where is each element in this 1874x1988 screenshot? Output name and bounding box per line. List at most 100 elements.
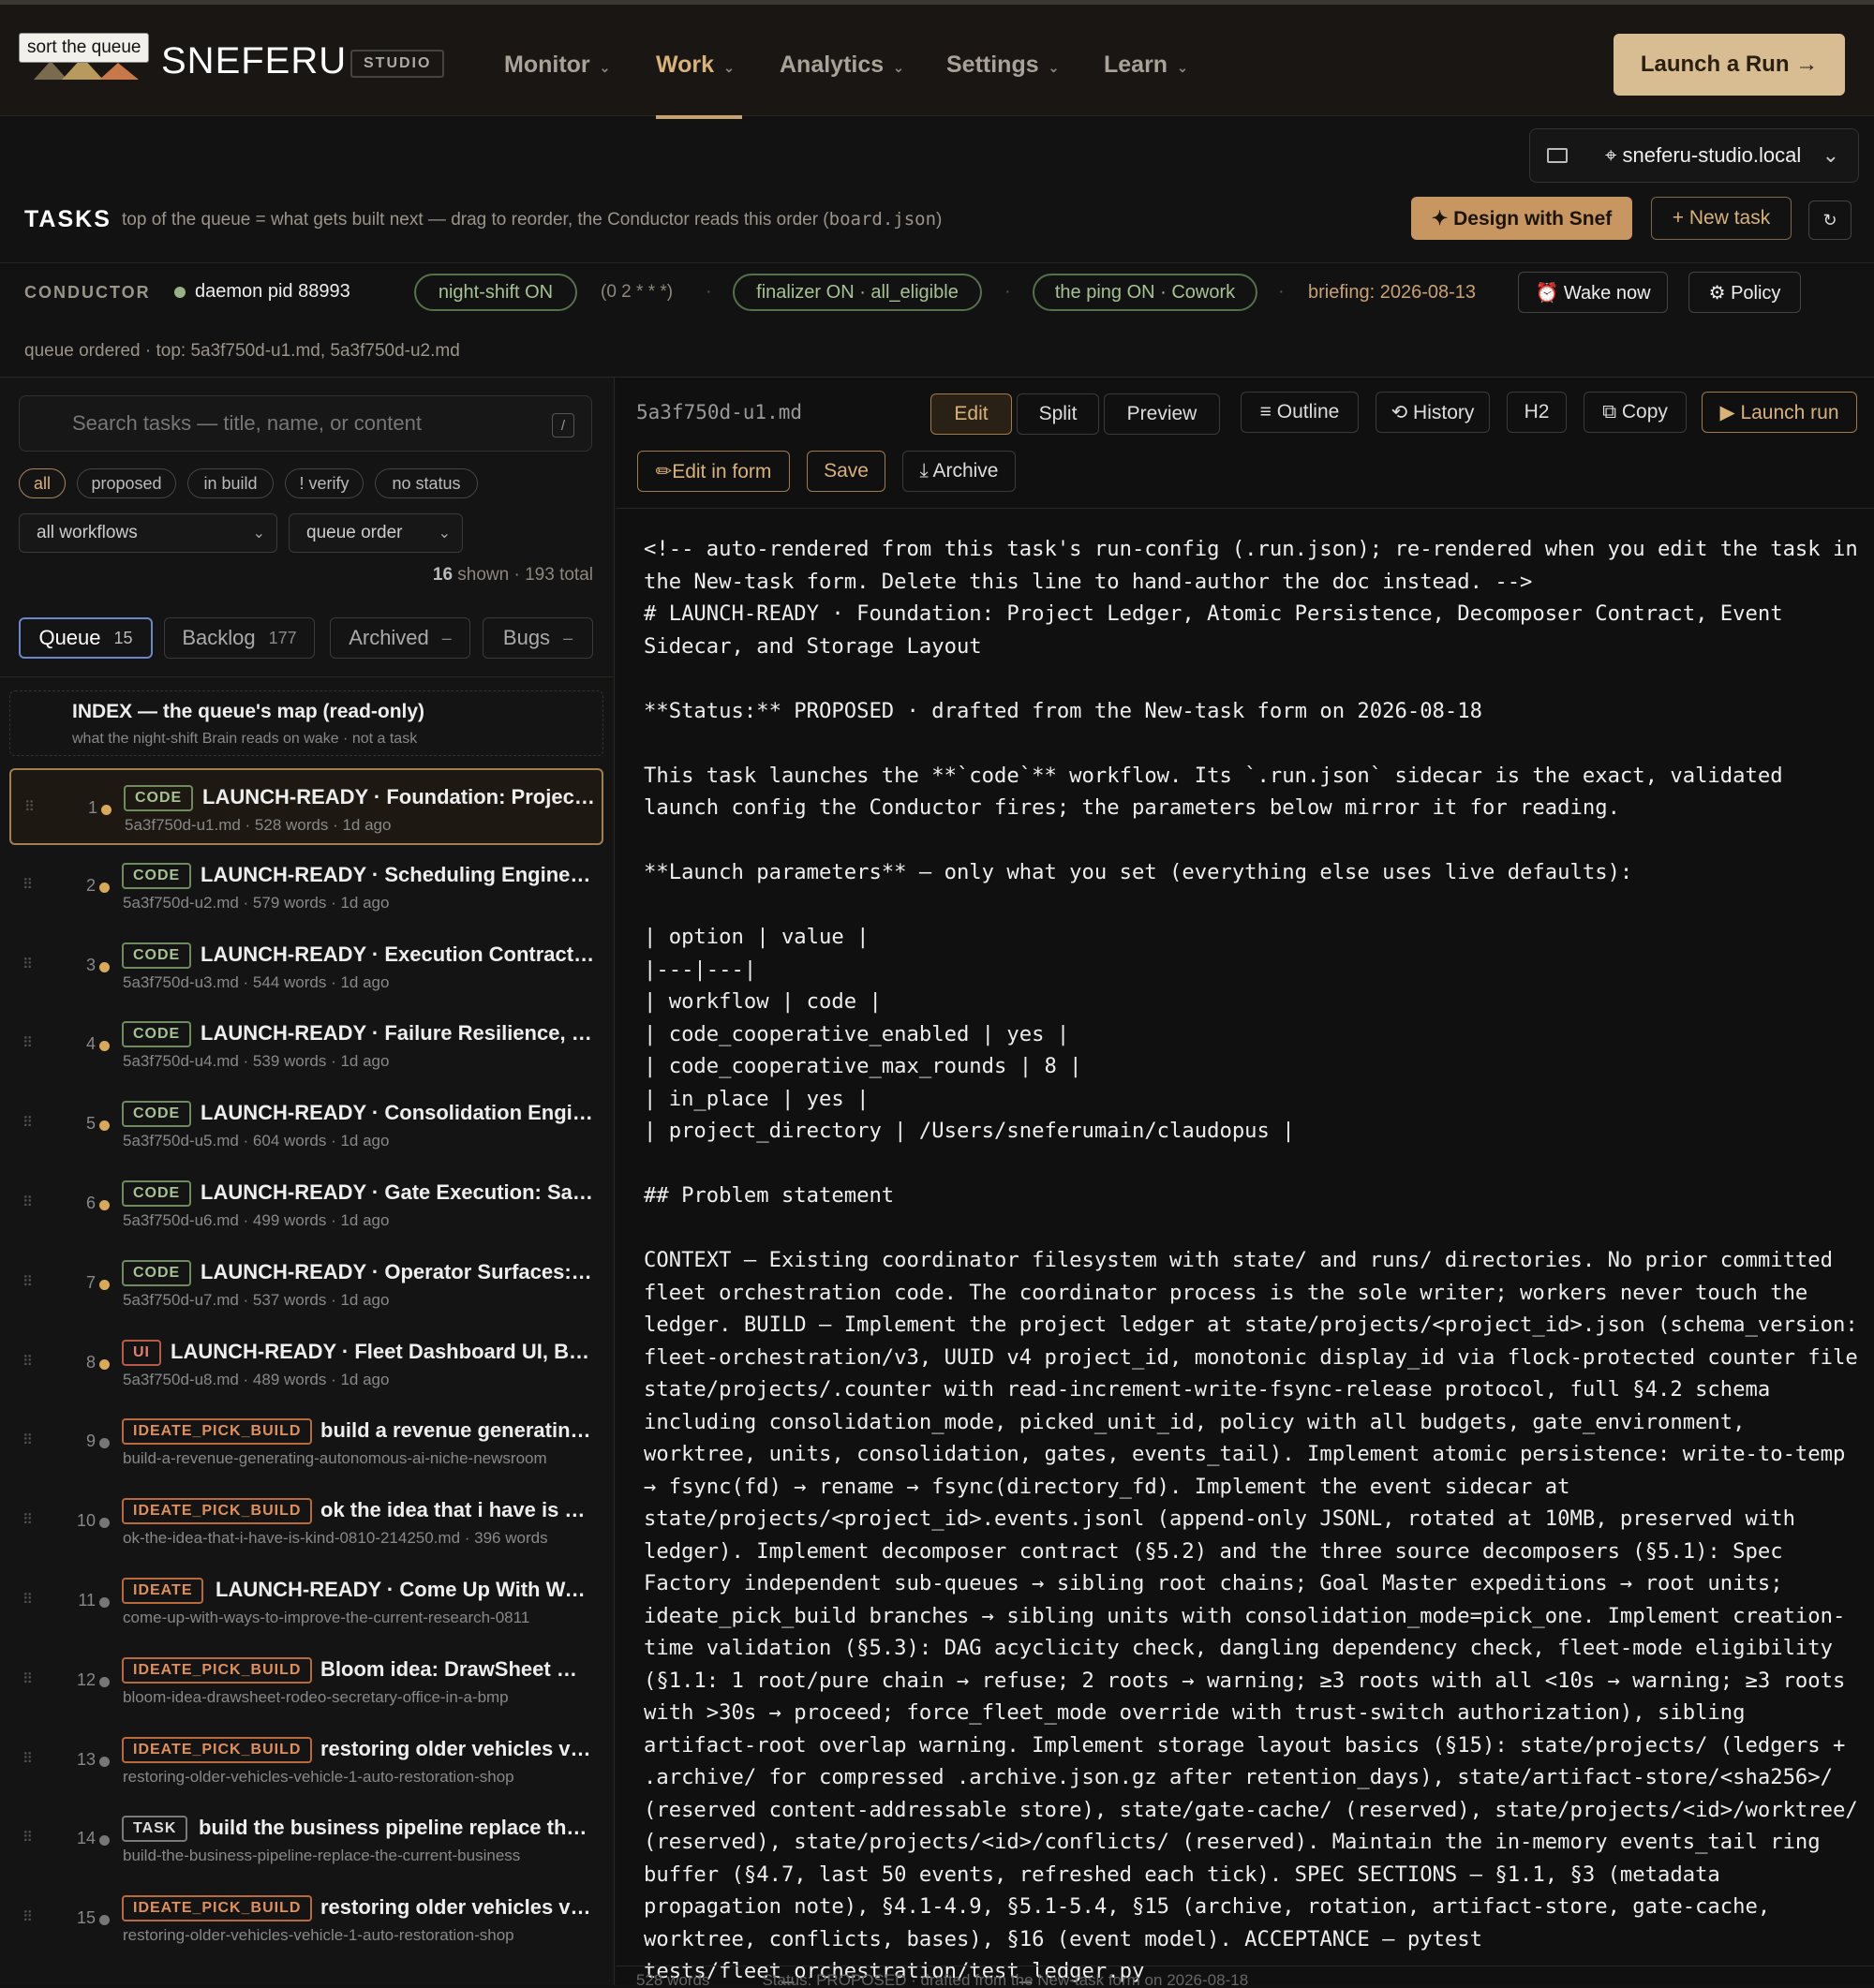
nav-learn[interactable]: Learn ⌄ — [1104, 52, 1188, 79]
outline-button[interactable]: ≡ Outline — [1241, 392, 1359, 433]
task-meta: 5a3f750d-u8.md · 489 words · 1d ago — [123, 1370, 390, 1388]
task-row[interactable]: ⠿ 7 CODE LAUNCH-READY · Operator Surfaces: … — [9, 1245, 603, 1322]
drag-handle-icon[interactable]: ⠿ — [22, 956, 33, 972]
new-task-button[interactable]: + New task — [1651, 197, 1792, 240]
task-meta: 5a3f750d-u5.md · 604 words · 1d ago — [123, 1132, 390, 1150]
design-with-snef-button[interactable]: ✦ Design with Snef — [1411, 197, 1632, 240]
edit-in-form-button[interactable]: ✏Edit in form — [637, 451, 790, 492]
status-dot-icon — [101, 805, 112, 815]
copy-button[interactable]: ⧉ Copy — [1584, 392, 1687, 433]
task-row[interactable]: ⠿ 9 IDEATE_PICK_BUILD build a revenue gener… — [9, 1403, 603, 1480]
status-dot-icon — [99, 1200, 110, 1210]
drag-handle-icon[interactable]: ⠿ — [22, 1511, 33, 1528]
filter-chip-verify[interactable]: ! verify — [285, 468, 364, 498]
tab-backlog[interactable]: Backlog 177 — [164, 617, 315, 659]
nav-analytics[interactable]: Analytics ⌄ — [780, 52, 904, 79]
task-row[interactable]: ⠿ 12 IDEATE_PICK_BUILD Bloom idea: DrawShee… — [9, 1642, 603, 1719]
workflow-badge: CODE — [122, 1021, 192, 1048]
conductor-label: CONDUCTOR — [24, 283, 151, 302]
history-button[interactable]: ⟲ History — [1376, 392, 1490, 433]
drag-handle-icon[interactable]: ⠿ — [22, 1591, 33, 1608]
task-row[interactable]: ⠿ 11 IDEATE LAUNCH-READY · Come Up With Way… — [9, 1563, 603, 1639]
separator-dot: · — [1004, 281, 1011, 302]
drag-handle-icon[interactable]: ⠿ — [22, 1194, 33, 1210]
save-button[interactable]: Save — [807, 451, 885, 492]
task-row[interactable]: ⠿ 13 IDEATE_PICK_BUILD restoring older vehi… — [9, 1722, 603, 1799]
task-row[interactable]: ⠿ 6 CODE LAUNCH-READY · Gate Execution: San… — [9, 1165, 603, 1242]
task-meta: build-the-business-pipeline-replace-the-… — [123, 1847, 521, 1865]
drag-handle-icon[interactable]: ⠿ — [22, 1273, 33, 1290]
drag-handle-icon[interactable]: ⠿ — [22, 1432, 33, 1448]
nav-monitor[interactable]: Monitor ⌄ — [504, 52, 610, 79]
refresh-icon[interactable]: ↻ — [1808, 200, 1852, 240]
launch-a-run-button[interactable]: Launch a Run → — [1614, 34, 1845, 96]
queue-position: 6 — [85, 1194, 96, 1212]
queue-position: 15 — [76, 1908, 96, 1928]
drag-handle-icon[interactable]: ⠿ — [22, 1908, 33, 1925]
chevron-down-icon: ⌄ — [1177, 60, 1188, 75]
task-row[interactable]: ⠿ 3 CODE LAUNCH-READY · Execution Contract,… — [9, 927, 603, 1004]
workflow-badge: TASK — [122, 1816, 188, 1843]
status-dot-icon — [99, 1120, 110, 1132]
h2-button[interactable]: H2 — [1507, 392, 1567, 433]
drag-handle-icon[interactable]: ⠿ — [22, 1114, 33, 1131]
nav-settings[interactable]: Settings ⌄ — [946, 52, 1059, 79]
drag-handle-icon[interactable]: ⠿ — [22, 1353, 33, 1370]
markdown-editor[interactable]: <!-- auto-rendered from this task's run-… — [644, 533, 1862, 1988]
task-row[interactable]: ⠿ 15 IDEATE_PICK_BUILD restoring older vehi… — [9, 1880, 603, 1957]
edit-mode-button[interactable]: Edit — [930, 393, 1012, 435]
drag-handle-icon[interactable]: ⠿ — [22, 1670, 33, 1687]
night-shift-pill[interactable]: night-shift ON — [414, 274, 577, 311]
filter-chip-in-build[interactable]: in build — [187, 468, 274, 498]
task-title: build the business pipeline replace the … — [199, 1816, 596, 1840]
preview-mode-button[interactable]: Preview — [1104, 393, 1220, 435]
divider — [0, 262, 1874, 263]
drag-handle-icon[interactable]: ⠿ — [22, 876, 33, 893]
workflow-badge: IDEATE — [122, 1578, 204, 1604]
filter-chip-proposed[interactable]: proposed — [77, 468, 176, 498]
host-selector[interactable]: ⌖ sneferu-studio.local ⌄ — [1529, 128, 1859, 183]
task-row[interactable]: ⠿ 5 CODE LAUNCH-READY · Consolidation Engin… — [9, 1086, 603, 1163]
status-dot-icon — [99, 1676, 110, 1687]
briefing-date[interactable]: briefing: 2026-08-13 — [1308, 282, 1476, 304]
finalizer-pill[interactable]: finalizer ON · all_eligible — [733, 274, 982, 311]
task-meta: ok-the-idea-that-i-have-is-kind-0810-214… — [123, 1529, 548, 1548]
active-nav-indicator — [656, 115, 742, 119]
chevron-down-icon: ⌄ — [438, 526, 451, 542]
search-input[interactable]: Search tasks — title, name, or content / — [19, 395, 592, 452]
task-title: LAUNCH-READY · Failure Resilience, Lease… — [201, 1021, 596, 1046]
task-row[interactable]: ⠿ 14 TASK build the business pipeline repla… — [9, 1801, 603, 1877]
archive-button[interactable]: ⤓ Archive — [902, 451, 1016, 492]
workflow-select[interactable]: all workflows ⌄ — [19, 513, 277, 553]
task-row[interactable]: ⠿ 1 CODE LAUNCH-READY · Foundation: Project… — [9, 768, 603, 845]
wake-now-button[interactable]: ⏰ Wake now — [1518, 272, 1668, 313]
split-mode-button[interactable]: Split — [1017, 393, 1099, 435]
tab-bugs[interactable]: Bugs – — [483, 617, 593, 659]
status-dot-icon — [174, 286, 186, 298]
queue-position: 14 — [76, 1829, 96, 1848]
nav-work[interactable]: Work ⌄ — [656, 52, 735, 79]
filter-chip-all[interactable]: all — [19, 468, 66, 498]
task-row[interactable]: ⠿ 4 CODE LAUNCH-READY · Failure Resilience,… — [9, 1006, 603, 1083]
task-title: ok the idea that i have is kind of — [320, 1498, 596, 1522]
ping-pill[interactable]: the ping ON · Cowork — [1033, 274, 1257, 311]
task-row[interactable]: ⠿ 10 IDEATE_PICK_BUILD ok the idea that i h… — [9, 1483, 603, 1560]
status-dot-icon — [99, 1041, 110, 1052]
policy-button[interactable]: ⚙ Policy — [1688, 272, 1801, 313]
workflow-badge: IDEATE_PICK_BUILD — [122, 1656, 313, 1684]
separator-dot: · — [1278, 281, 1285, 302]
launch-run-button[interactable]: ▶ Launch run — [1702, 392, 1857, 433]
editor-filename: 5a3f750d-u1.md — [636, 401, 803, 423]
drag-handle-icon[interactable]: ⠿ — [22, 1829, 33, 1846]
task-meta: 5a3f750d-u4.md · 539 words · 1d ago — [123, 1052, 390, 1071]
queue-index-card[interactable]: INDEX — the queue's map (read-only) what… — [9, 690, 603, 756]
drag-handle-icon[interactable]: ⠿ — [22, 1034, 33, 1051]
drag-handle-icon[interactable]: ⠿ — [24, 798, 35, 815]
order-select[interactable]: queue order ⌄ — [289, 513, 463, 553]
tab-archived[interactable]: Archived – — [330, 617, 470, 659]
task-row[interactable]: ⠿ 8 UI LAUNCH-READY · Fleet Dashboard UI, B… — [9, 1325, 603, 1402]
filter-chip-no-status[interactable]: no status — [375, 468, 478, 498]
drag-handle-icon[interactable]: ⠿ — [22, 1750, 33, 1767]
task-row[interactable]: ⠿ 2 CODE LAUNCH-READY · Scheduling Engine, … — [9, 848, 603, 925]
tab-queue[interactable]: Queue 15 — [19, 617, 153, 659]
